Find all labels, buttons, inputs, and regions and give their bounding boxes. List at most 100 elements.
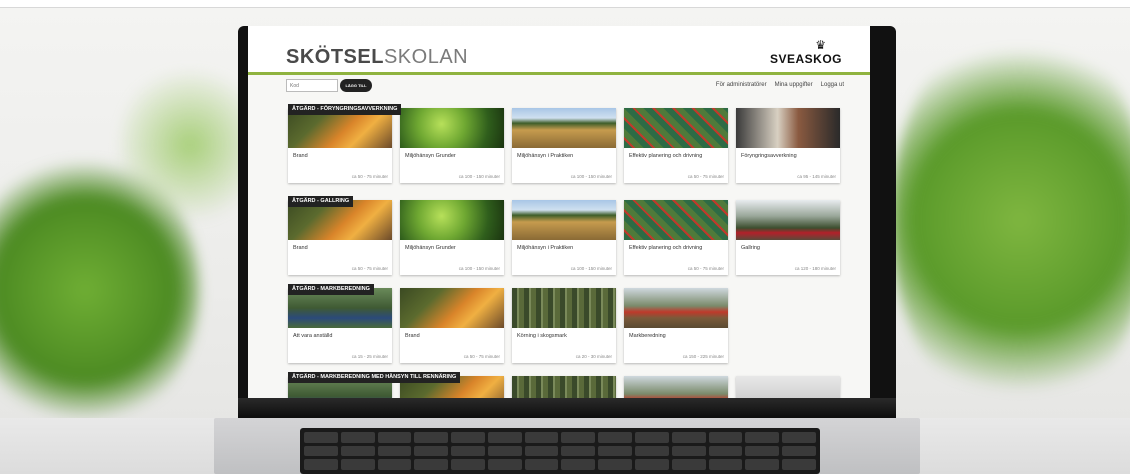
- keyboard-key: [414, 459, 449, 470]
- keyboard-key: [782, 432, 816, 443]
- course-card[interactable]: [624, 376, 728, 398]
- course-card[interactable]: Effektiv planering och drivning ca 50 - 7…: [624, 108, 728, 183]
- section-label: ÅTGÄRD - MARKBEREDNING MED HÄNSYN TILL R…: [288, 372, 461, 383]
- keyboard-key: [708, 432, 743, 443]
- course-section: ÅTGÄRD - GALLRING Brand ca 50 - 75 minuter…: [288, 196, 848, 286]
- course-card[interactable]: Markberedning ca 150 - 225 minuter: [624, 288, 728, 363]
- keyboard-key: [340, 459, 375, 470]
- course-section: ÅTGÄRD - FÖRYNGRINGSAVVERKNING Brand ca 50…: [288, 104, 848, 194]
- course-thumbnail: [512, 288, 616, 328]
- keyboard-key: [671, 459, 706, 470]
- keyboard-key: [561, 445, 596, 457]
- course-duration: ca 150 - 225 minuter: [682, 354, 724, 359]
- course-thumbnail: [400, 200, 504, 240]
- course-title: Föryngringsavverkning: [741, 153, 797, 159]
- course-thumbnail: [624, 200, 728, 240]
- course-duration: ca 120 - 180 minuter: [794, 266, 836, 271]
- sveaskog-logo[interactable]: SVEASKOG: [770, 52, 842, 66]
- course-card[interactable]: Att vara anställd ca 15 - 25 minuter: [288, 288, 392, 363]
- plant-right: [890, 20, 1130, 420]
- section-label: ÅTGÄRD - GALLRING: [288, 196, 354, 207]
- course-thumbnail: [736, 200, 840, 240]
- course-title: Brand: [293, 153, 308, 159]
- course-thumbnail: [736, 376, 840, 398]
- keyboard-key: [671, 445, 706, 457]
- keyboard-key: [782, 445, 816, 457]
- keyboard-key: [304, 432, 338, 443]
- laptop-hinge: [238, 398, 896, 418]
- course-thumbnail: [512, 376, 616, 398]
- course-section: ÅTGÄRD - MARKBEREDNING Att vara anställd c…: [288, 284, 848, 374]
- keyboard-key: [414, 445, 449, 457]
- course-duration: ca 50 - 75 minuter: [351, 266, 388, 271]
- course-card[interactable]: [512, 376, 616, 398]
- keyboard-key: [524, 459, 559, 470]
- course-thumbnail: [736, 108, 840, 148]
- photo-scene: SKÖTSELSKOLAN ♛ SVEASKOG LÄGG TILL För a…: [0, 0, 1130, 474]
- keyboard-key: [487, 445, 522, 457]
- course-title: Miljöhänsyn Grunder: [405, 245, 456, 251]
- course-card[interactable]: Effektiv planering och drivning ca 50 - 7…: [624, 200, 728, 275]
- keyboard-key: [414, 432, 449, 443]
- course-card[interactable]: [736, 376, 840, 398]
- keyboard-key: [340, 432, 375, 443]
- course-card[interactable]: Miljöhänsyn i Praktiken ca 100 - 150 minu…: [512, 200, 616, 275]
- course-card[interactable]: Brand ca 50 - 75 minuter: [400, 288, 504, 363]
- keyboard-key: [745, 432, 780, 443]
- admin-link[interactable]: För administratörer: [716, 82, 767, 88]
- keyboard-key: [524, 432, 559, 443]
- logo-bold: SKÖTSEL: [286, 46, 384, 68]
- keyboard-key: [598, 432, 633, 443]
- my-info-link[interactable]: Mina uppgifter: [775, 82, 813, 88]
- keyboard-key: [635, 432, 669, 443]
- course-card[interactable]: Miljöhänsyn Grunder ca 100 - 150 minuter: [400, 108, 504, 183]
- top-rule: [0, 0, 1130, 8]
- course-title: Miljöhänsyn i Praktiken: [517, 245, 574, 251]
- site-logo[interactable]: SKÖTSELSKOLAN: [286, 46, 468, 69]
- section-label: ÅTGÄRD - FÖRYNGRINGSAVVERKNING: [288, 104, 402, 115]
- course-duration: ca 50 - 75 minuter: [687, 266, 724, 271]
- keyboard-key: [524, 445, 559, 457]
- keyboard-key: [451, 459, 485, 470]
- course-duration: ca 100 - 150 minuter: [570, 266, 612, 271]
- course-card[interactable]: Miljöhänsyn i Praktiken ca 100 - 150 minu…: [512, 108, 616, 183]
- course-duration: ca 15 - 25 minuter: [351, 354, 388, 359]
- course-card[interactable]: Föryngringsavverkning ca 95 - 145 minuter: [736, 108, 840, 183]
- course-title: Effektiv planering och drivning: [629, 245, 703, 251]
- keyboard-key: [561, 459, 596, 470]
- logo-light: SKOLAN: [383, 46, 469, 68]
- course-duration: ca 100 - 150 minuter: [458, 266, 500, 271]
- code-input[interactable]: [286, 79, 338, 92]
- keyboard-key: [561, 432, 596, 443]
- course-title: Körning i skogsmark: [517, 333, 567, 339]
- course-card[interactable]: Körning i skogsmark ca 20 - 30 minuter: [512, 288, 616, 363]
- keyboard-key: [708, 445, 743, 457]
- section-label: ÅTGÄRD - MARKBEREDNING: [288, 284, 374, 295]
- keyboard-key: [598, 459, 633, 470]
- logout-link[interactable]: Logga ut: [821, 82, 844, 88]
- keyboard-key: [451, 445, 485, 457]
- keyboard-key: [451, 432, 485, 443]
- course-thumbnail: [512, 200, 616, 240]
- keyboard-key: [782, 459, 816, 470]
- course-duration: ca 50 - 75 minuter: [687, 174, 724, 179]
- keyboard-key: [304, 445, 338, 457]
- course-card[interactable]: Brand ca 50 - 75 minuter: [288, 200, 392, 275]
- keyboard-key: [487, 459, 522, 470]
- course-thumbnail: [624, 108, 728, 148]
- keyboard-key: [377, 445, 412, 457]
- keyboard-key: [745, 445, 780, 457]
- course-thumbnail: [400, 288, 504, 328]
- course-duration: ca 100 - 150 minuter: [458, 174, 500, 179]
- add-button[interactable]: LÄGG TILL: [340, 79, 372, 92]
- course-duration: ca 50 - 75 minuter: [463, 354, 500, 359]
- course-title: Att vara anställd: [293, 333, 333, 339]
- site-header: SKÖTSELSKOLAN ♛ SVEASKOG: [248, 26, 870, 72]
- course-thumbnail: [624, 288, 728, 328]
- course-thumbnail: [512, 108, 616, 148]
- course-card[interactable]: Gallring ca 120 - 180 minuter: [736, 200, 840, 275]
- course-card[interactable]: Miljöhänsyn Grunder ca 100 - 150 minuter: [400, 200, 504, 275]
- keyboard-key: [340, 445, 375, 457]
- course-card[interactable]: Brand ca 50 - 75 minuter: [288, 108, 392, 183]
- keyboard-key: [377, 432, 412, 443]
